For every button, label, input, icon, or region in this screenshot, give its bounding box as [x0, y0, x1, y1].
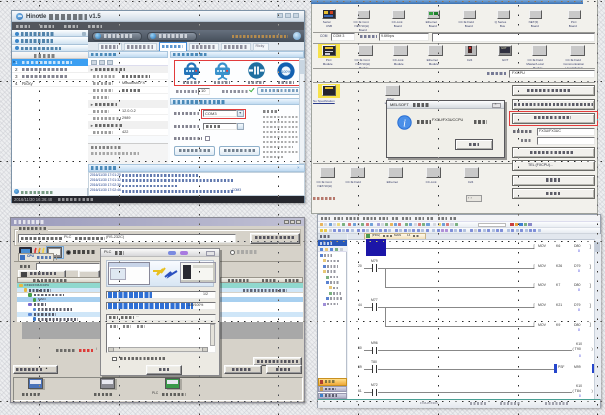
svg-text:i: i: [403, 119, 406, 130]
svg-text:100%: 100%: [281, 69, 291, 73]
